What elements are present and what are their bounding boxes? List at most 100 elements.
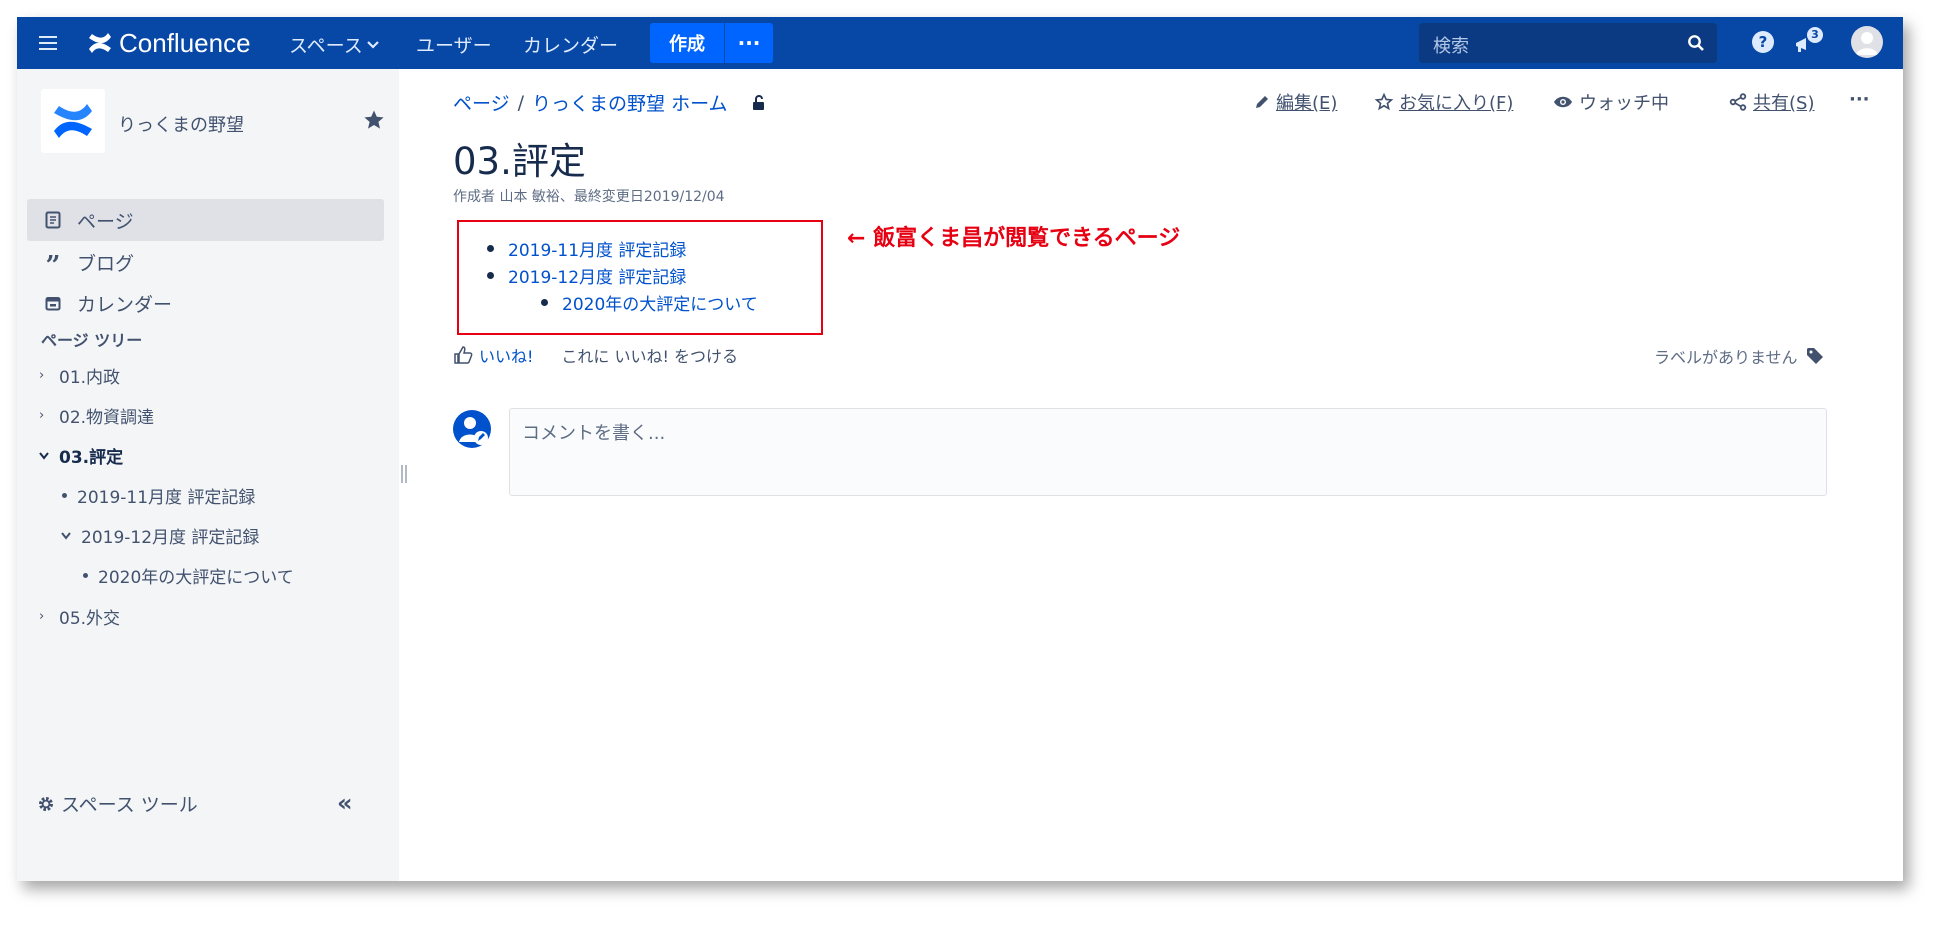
menu-icon[interactable] [39, 32, 57, 54]
bullet-icon [541, 299, 548, 306]
comment-placeholder: コメントを書く... [522, 423, 666, 444]
share-action[interactable]: 共有(S) [1729, 89, 1814, 115]
tree-item-label: 2019-12月度 評定記録 [81, 528, 260, 548]
sidebar-resize-handle[interactable] [401, 465, 407, 483]
chevron-right-icon[interactable]: › [39, 408, 49, 423]
page-icon [43, 210, 63, 230]
create-button[interactable]: 作成 [650, 23, 724, 63]
confluence-logo-icon [89, 33, 111, 53]
space-sidebar: りっくまの野望 ページ ” ブログ カレンダー ページ ツリー › 01.内政 … [17, 69, 399, 881]
space-tools-button[interactable]: スペース ツール [37, 790, 198, 817]
space-name[interactable]: りっくまの野望 [118, 111, 244, 137]
eye-icon [1554, 96, 1572, 108]
calendar-icon [43, 293, 63, 313]
tree-item-2019-12[interactable]: 2019-12月度 評定記録 [61, 523, 259, 548]
tree-item-hyoujou[interactable]: 03.評定 [39, 443, 123, 468]
tree-item-label: 01.内政 [59, 368, 121, 388]
sidebar-item-label: ページ [77, 210, 134, 233]
tree-item-2019-11[interactable]: 2019-11月度 評定記録 [62, 483, 255, 508]
child-page-link[interactable]: 2020年の大評定について [562, 290, 758, 315]
like-button[interactable]: いいね! [479, 343, 533, 367]
child-page-link[interactable]: 2019-11月度 評定記録 [508, 236, 686, 261]
comment-input[interactable]: コメントを書く... [509, 408, 1827, 496]
favorite-label: お気に入り(F) [1399, 93, 1514, 114]
thumbs-up-icon[interactable] [453, 345, 473, 365]
user-avatar[interactable] [1851, 26, 1883, 58]
tree-item-gaikou[interactable]: › 05.外交 [39, 604, 120, 629]
tree-item-label: 02.物資調達 [59, 408, 155, 428]
chevron-right-icon[interactable]: › [39, 609, 49, 624]
labels-area[interactable]: ラベルがありません [1654, 344, 1824, 368]
create-more-button[interactable]: ··· [725, 23, 773, 63]
star-icon[interactable] [363, 109, 385, 131]
tree-item-label: 2020年の大評定について [98, 568, 294, 588]
bullet-icon [487, 272, 494, 279]
breadcrumb-home[interactable]: りっくまの野望 ホーム [532, 89, 727, 116]
edit-label: 編集(E) [1276, 93, 1338, 114]
page-title: 03.評定 [453, 140, 586, 183]
confluence-space-icon [54, 104, 92, 138]
space-logo[interactable] [41, 89, 105, 153]
breadcrumb: ページ / りっくまの野望 ホーム [453, 89, 768, 116]
sidebar-item-blog[interactable]: ” ブログ [27, 241, 384, 283]
child-page-link[interactable]: 2019-12月度 評定記録 [508, 263, 686, 288]
nav-users[interactable]: ユーザー [416, 31, 492, 58]
confluence-window: Confluence スペース ユーザー カレンダー 作成 ··· 検索 ? 3 [17, 17, 1903, 881]
like-row: いいね! これに いいね! をつける [453, 343, 738, 367]
person-edit-icon [459, 417, 488, 445]
like-cta: これに いいね! をつける [561, 347, 739, 366]
sidebar-item-calendar[interactable]: カレンダー [27, 282, 384, 324]
tree-item-label: 2019-11月度 評定記録 [77, 488, 256, 508]
sidebar-item-label: ブログ [77, 252, 135, 275]
watch-action[interactable]: ウォッチ中 [1553, 89, 1669, 115]
breadcrumb-pages[interactable]: ページ [453, 89, 510, 116]
child-page-item[interactable]: 2019-12月度 評定記録 [487, 263, 686, 288]
tree-item-2020[interactable]: 2020年の大評定について [83, 563, 294, 588]
gear-icon [39, 796, 53, 811]
search-input[interactable]: 検索 [1419, 23, 1717, 63]
nav-calendar[interactable]: カレンダー [523, 31, 618, 58]
breadcrumb-separator: / [517, 91, 525, 114]
chevron-down-icon[interactable] [61, 531, 71, 540]
nav-spaces-label: スペース [289, 35, 363, 57]
sidebar-item-pages[interactable]: ページ [27, 199, 384, 241]
search-placeholder: 検索 [1433, 36, 1469, 57]
pencil-icon [1256, 96, 1268, 108]
child-page-item[interactable]: 2019-11月度 評定記録 [487, 236, 686, 261]
chevron-down-icon[interactable] [39, 451, 49, 460]
share-label: 共有(S) [1753, 93, 1815, 114]
bullet-icon [62, 493, 67, 498]
nav-spaces[interactable]: スペース [289, 31, 379, 58]
chevron-down-icon [366, 40, 379, 49]
product-name: Confluence [119, 27, 251, 58]
tree-item-label: 03.評定 [59, 448, 124, 468]
page-tree-title: ページ ツリー [41, 331, 143, 350]
tree-item-label: 05.外交 [59, 609, 121, 629]
tree-item-naisei[interactable]: › 01.内政 [39, 363, 120, 388]
bullet-icon [487, 245, 494, 252]
star-outline-icon [1375, 93, 1393, 111]
page-byline: 作成者 山本 敏裕、最終変更日2019/12/04 [453, 189, 725, 205]
child-page-item[interactable]: 2020年の大評定について [541, 290, 758, 315]
bullet-icon [83, 573, 88, 578]
share-icon [1729, 93, 1747, 111]
notifications-button[interactable]: 3 [1794, 27, 1828, 57]
chevron-right-icon[interactable]: › [39, 368, 49, 383]
watch-label: ウォッチ中 [1579, 93, 1669, 114]
edit-action[interactable]: 編集(E) [1254, 89, 1337, 115]
help-icon[interactable]: ? [1752, 31, 1774, 53]
quote-icon: ” [45, 251, 61, 281]
confluence-logo[interactable]: Confluence [87, 26, 251, 60]
unlock-icon[interactable] [750, 94, 768, 112]
sidebar-item-label: カレンダー [77, 293, 173, 316]
annotation-text: ← 飯富くま昌が閲覧できるページ [847, 226, 1181, 251]
tree-item-busshi[interactable]: › 02.物資調達 [39, 403, 154, 428]
notification-badge: 3 [1807, 27, 1823, 43]
commenter-avatar [453, 410, 491, 448]
collapse-sidebar-button[interactable]: « [337, 789, 353, 817]
more-actions-button[interactable]: ··· [1849, 89, 1870, 110]
labels-text: ラベルがありません [1654, 348, 1798, 367]
tag-icon[interactable] [1806, 347, 1824, 365]
favorite-action[interactable]: お気に入り(F) [1375, 89, 1513, 115]
space-tools-label: スペース ツール [61, 794, 198, 816]
